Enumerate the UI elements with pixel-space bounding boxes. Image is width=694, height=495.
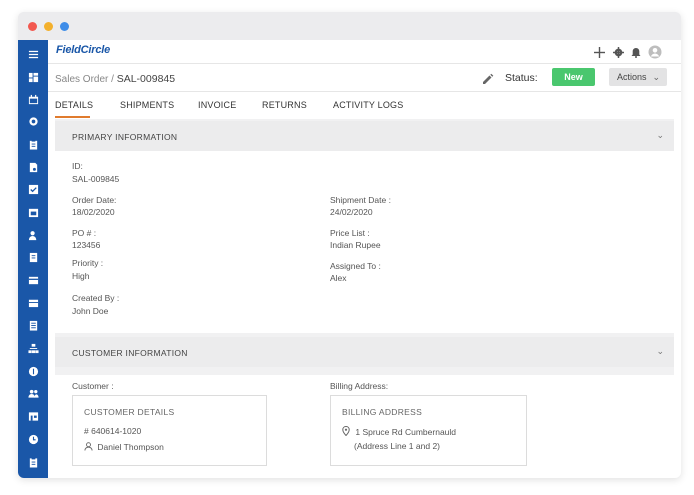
- location-pin-icon: [342, 425, 350, 437]
- shipment-date-value: 24/02/2020: [330, 207, 373, 217]
- actions-dropdown[interactable]: Actions ⌄: [609, 68, 667, 86]
- customer-name: Daniel Thompson: [97, 442, 164, 452]
- assigned-to-value: Alex: [330, 273, 347, 283]
- id-value: SAL-009845: [72, 174, 120, 184]
- breadcrumb-current: SAL-009845: [116, 73, 176, 85]
- customer-details-card[interactable]: CUSTOMER DETAILS # 640614-1020 Daniel Th…: [72, 395, 267, 466]
- po-value: 123456: [72, 240, 101, 250]
- tab-invoice[interactable]: INVOICE: [198, 100, 236, 110]
- app-header: FieldCircle: [48, 40, 681, 64]
- section-title: CUSTOMER INFORMATION: [72, 348, 188, 358]
- maximize-window-button[interactable]: [60, 22, 69, 31]
- tab-shipments[interactable]: SHIPMENTS: [120, 100, 174, 110]
- price-list-value: Indian Rupee: [330, 240, 381, 250]
- add-icon[interactable]: [592, 45, 606, 59]
- section-title: PRIMARY INFORMATION: [72, 132, 178, 142]
- primary-information-header[interactable]: PRIMARY INFORMATION ⌄: [55, 121, 674, 151]
- close-window-button[interactable]: [28, 22, 37, 31]
- document-search-icon[interactable]: [27, 161, 39, 173]
- order-date-value: 18/02/2020: [72, 207, 115, 217]
- primary-information-body: ID: SAL-009845 Order Date: 18/02/2020 Sh…: [55, 151, 674, 333]
- billing-line-1-row: 1 Spruce Rd Cumbernauld: [342, 425, 457, 437]
- tasks-icon[interactable]: [27, 456, 39, 468]
- customer-number: # 640614-1020: [84, 426, 142, 436]
- status-new-button[interactable]: New: [552, 68, 595, 86]
- chevron-down-icon[interactable]: ⌄: [656, 346, 664, 357]
- users-icon[interactable]: [27, 229, 39, 241]
- billing-line-1: 1 Spruce Rd Cumbernauld: [355, 427, 457, 437]
- edit-pencil-icon[interactable]: [482, 72, 494, 84]
- status-label: Status:: [505, 72, 538, 84]
- store-icon[interactable]: [27, 410, 39, 422]
- checklist-icon[interactable]: [27, 183, 39, 195]
- billing-address-title: BILLING ADDRESS: [342, 407, 423, 417]
- chevron-down-icon[interactable]: ⌄: [656, 130, 664, 141]
- customer-details-title: CUSTOMER DETAILS: [84, 407, 175, 417]
- menu-icon[interactable]: [27, 48, 39, 60]
- order-date-label: Order Date:: [72, 195, 117, 205]
- priority-value: High: [72, 271, 90, 281]
- customer-name-row: Daniel Thompson: [84, 442, 164, 452]
- dashboard-icon[interactable]: [27, 71, 39, 83]
- app-window: FieldCircle Sales Order / SAL-009845 Sta…: [18, 12, 681, 478]
- billing-icon[interactable]: [27, 365, 39, 377]
- schedule-icon[interactable]: [27, 206, 39, 218]
- id-label: ID:: [72, 161, 83, 171]
- settings-gear-icon[interactable]: [611, 45, 625, 59]
- inventory-icon[interactable]: [27, 296, 39, 308]
- shipment-date-label: Shipment Date :: [330, 195, 391, 205]
- tab-bar: DETAILS SHIPMENTS INVOICE RETURNS ACTIVI…: [48, 92, 681, 119]
- sidebar: [18, 40, 48, 478]
- breadcrumb-separator: /: [108, 74, 117, 85]
- calendar-icon[interactable]: [27, 93, 39, 105]
- team-icon[interactable]: [27, 387, 39, 399]
- invoice-icon[interactable]: [27, 251, 39, 263]
- window-titlebar: [18, 12, 681, 40]
- user-avatar-icon[interactable]: [648, 45, 662, 59]
- person-icon: [84, 442, 93, 451]
- dispatch-icon[interactable]: [27, 115, 39, 127]
- card-icon[interactable]: [27, 274, 39, 286]
- notification-bell-icon[interactable]: [629, 45, 643, 59]
- breadcrumb-parent[interactable]: Sales Order: [55, 74, 108, 85]
- main-panel: FieldCircle Sales Order / SAL-009845 Sta…: [48, 40, 681, 478]
- chevron-down-icon: ⌄: [652, 72, 660, 82]
- customer-label: Customer :: [72, 381, 114, 391]
- created-by-value: John Doe: [72, 306, 109, 316]
- assigned-to-label: Assigned To :: [330, 261, 381, 271]
- clock-icon[interactable]: [27, 433, 39, 445]
- customer-information-body: Customer : Billing Address: CUSTOMER DET…: [55, 375, 674, 478]
- tab-details[interactable]: DETAILS: [55, 100, 93, 110]
- brand-logo: FieldCircle: [56, 44, 111, 56]
- tab-activity-logs[interactable]: ACTIVITY LOGS: [333, 100, 403, 110]
- minimize-window-button[interactable]: [44, 22, 53, 31]
- details-content: PRIMARY INFORMATION ⌄ ID: SAL-009845 Ord…: [55, 119, 674, 478]
- po-label: PO # :: [72, 228, 97, 238]
- customer-information-header[interactable]: CUSTOMER INFORMATION ⌄: [55, 337, 674, 367]
- clipboard-icon[interactable]: [27, 138, 39, 150]
- tab-returns[interactable]: RETURNS: [262, 100, 307, 110]
- record-header: Sales Order / SAL-009845 Status: New Act…: [48, 64, 681, 92]
- actions-label: Actions: [617, 72, 647, 82]
- price-list-label: Price List :: [330, 228, 370, 238]
- hierarchy-icon[interactable]: [27, 342, 39, 354]
- breadcrumb: Sales Order / SAL-009845: [55, 73, 175, 85]
- billing-address-card[interactable]: BILLING ADDRESS 1 Spruce Rd Cumbernauld …: [330, 395, 527, 466]
- active-tab-indicator: [55, 116, 90, 118]
- created-by-label: Created By :: [72, 293, 120, 303]
- report-icon[interactable]: [27, 319, 39, 331]
- priority-label: Priority :: [72, 258, 104, 268]
- billing-line-2: (Address Line 1 and 2): [354, 441, 440, 451]
- billing-address-label: Billing Address:: [330, 381, 389, 391]
